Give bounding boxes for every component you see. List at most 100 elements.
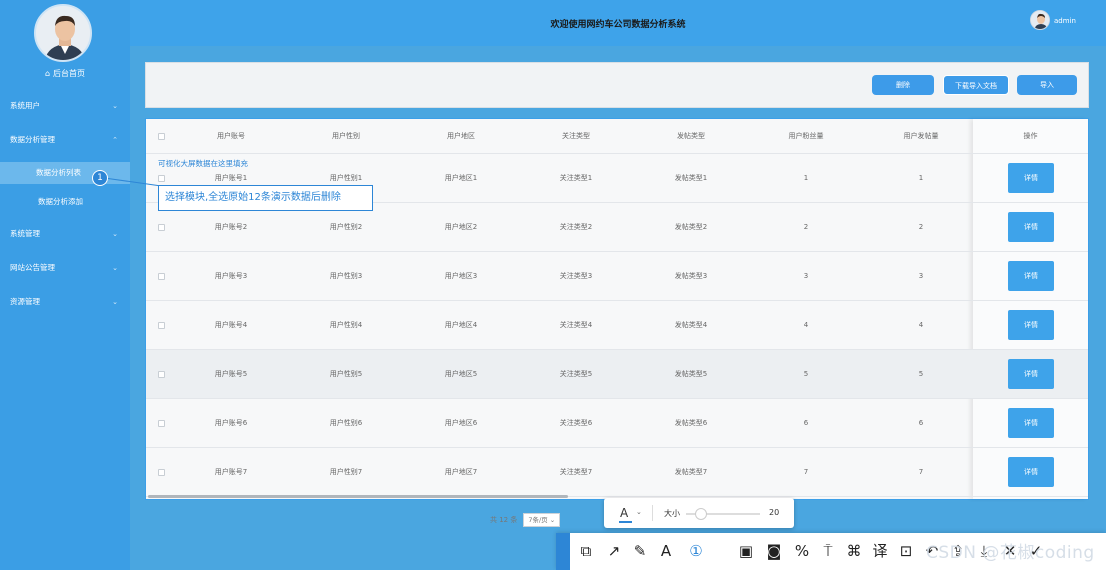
- sidebar: ⌂ 后台首页 系统用户 ⌄ 数据分析管理 ⌃ 数据分析列表 数据分析添加 系统管理…: [0, 0, 130, 570]
- table-row[interactable]: 用户账号4 用户性别4 用户地区4 关注类型4 发帖类型4 4 4 详情: [146, 301, 1088, 350]
- page-size-select[interactable]: 7条/页 ⌄: [523, 513, 561, 527]
- chevron-down-icon: ⌄: [112, 298, 118, 306]
- detail-button[interactable]: 详情: [1008, 212, 1054, 242]
- detail-button[interactable]: 详情: [1008, 261, 1054, 291]
- table-cell: 关注类型6: [559, 419, 593, 427]
- table-cell: 6: [803, 419, 809, 427]
- user-avatar[interactable]: [1030, 10, 1050, 30]
- font-size-slider-thumb[interactable]: [694, 508, 707, 520]
- table-row[interactable]: 用户账号7 用户性别7 用户地区7 关注类型7 发帖类型7 7 7 详情: [146, 448, 1088, 497]
- table-cell: 用户地区1: [444, 174, 478, 182]
- table-cell: 3: [803, 272, 809, 280]
- pagination: 共 12 条 7条/页 ⌄: [490, 513, 561, 527]
- row-checkbox[interactable]: [158, 273, 165, 280]
- table-cell: 用户地区6: [444, 419, 478, 427]
- sidebar-item-data-analysis[interactable]: 数据分析管理 ⌃: [0, 130, 130, 150]
- table-cell: 关注类型7: [559, 468, 593, 476]
- column-header: 用户性别: [332, 132, 360, 140]
- page-size-value: 7条/页: [528, 516, 548, 524]
- table-cell: 发帖类型4: [674, 321, 708, 329]
- blur-icon[interactable]: ◙: [764, 541, 784, 561]
- step-number-badge: 1: [92, 170, 108, 186]
- shape-select-icon[interactable]: ⧉: [576, 541, 596, 561]
- home-icon: ⌂: [44, 69, 51, 78]
- font-color-indicator: [619, 521, 632, 523]
- translate-icon[interactable]: 译: [870, 541, 890, 561]
- detail-button[interactable]: 详情: [1008, 310, 1054, 340]
- table-cell: 用户账号4: [214, 321, 248, 329]
- user-name[interactable]: admin: [1054, 17, 1076, 25]
- table-cell: 1: [803, 174, 809, 182]
- table-cell: 发帖类型6: [674, 419, 708, 427]
- sidebar-subitem-data-list[interactable]: 数据分析列表: [0, 162, 130, 184]
- sidebar-item-system-users[interactable]: 系统用户 ⌄: [0, 96, 130, 116]
- arrow-icon[interactable]: ↗: [604, 541, 624, 561]
- row-checkbox[interactable]: [158, 175, 165, 182]
- font-size-value: 20: [769, 508, 780, 517]
- row-checkbox[interactable]: [158, 224, 165, 231]
- table-cell: 发帖类型5: [674, 370, 708, 378]
- table-row[interactable]: 用户账号6 用户性别6 用户地区6 关注类型6 发帖类型6 6 6 详情: [146, 399, 1088, 448]
- row-checkbox[interactable]: [158, 371, 165, 378]
- detail-button[interactable]: 详情: [1008, 408, 1054, 438]
- link-icon[interactable]: ⌘: [844, 541, 864, 561]
- ocr-icon[interactable]: ⊡: [896, 541, 916, 561]
- row-checkbox[interactable]: [158, 420, 165, 427]
- column-header: 用户粉丝量: [788, 132, 824, 140]
- sidebar-item-announcements[interactable]: 网站公告管理 ⌄: [0, 258, 130, 278]
- table-cell: 5: [918, 370, 924, 378]
- fill-note-annotation: 可视化大屏数据在这里填充: [158, 159, 248, 168]
- number-marker-icon[interactable]: ①: [686, 541, 706, 561]
- callout-annotation: 选择模块,全选原始12条演示数据后删除: [158, 185, 373, 211]
- pen-icon[interactable]: ✎: [630, 541, 650, 561]
- table-cell: 3: [918, 272, 924, 280]
- select-all-checkbox[interactable]: [158, 133, 165, 140]
- row-checkbox[interactable]: [158, 322, 165, 329]
- sidebar-item-label: 数据分析管理: [10, 135, 55, 144]
- sidebar-subitem-data-add[interactable]: 数据分析添加: [0, 191, 130, 213]
- table-cell: 用户地区7: [444, 468, 478, 476]
- table-cell: 1: [918, 174, 924, 182]
- avatar[interactable]: [34, 4, 92, 62]
- sidebar-home[interactable]: ⌂ 后台首页: [0, 68, 130, 79]
- chevron-down-icon[interactable]: ⌄: [636, 508, 642, 516]
- import-button[interactable]: 导入: [1017, 75, 1077, 95]
- table-cell: 用户性别6: [329, 419, 363, 427]
- table-cell: 用户性别3: [329, 272, 363, 280]
- table-row[interactable]: 用户账号5 用户性别5 用户地区5 关注类型5 发帖类型5 5 5 详情: [146, 350, 1088, 399]
- sidebar-home-label: 后台首页: [53, 69, 86, 78]
- text-icon[interactable]: A: [656, 541, 676, 561]
- download-template-button[interactable]: 下载导入文档: [943, 75, 1009, 95]
- percent-icon[interactable]: %: [792, 541, 812, 561]
- detail-button[interactable]: 详情: [1008, 163, 1054, 193]
- table-cell: 用户性别5: [329, 370, 363, 378]
- data-table: 用户账号 用户性别 用户地区 关注类型 发帖类型 用户粉丝量 用户发帖量 操作 用户账号 1 用户性…: [145, 118, 1089, 500]
- chevron-down-icon: ⌄: [549, 516, 556, 524]
- toolbar-handle[interactable]: [556, 533, 570, 570]
- column-header: 用户账号: [217, 132, 245, 140]
- table-cell: 2: [918, 223, 924, 231]
- detail-button[interactable]: 详情: [1008, 359, 1054, 389]
- chevron-down-icon: ⌄: [112, 102, 118, 110]
- table-cell: 用户账号7: [214, 468, 248, 476]
- detail-button[interactable]: 详情: [1008, 457, 1054, 487]
- table-cell: 7: [803, 468, 809, 476]
- sidebar-item-label: 网站公告管理: [10, 263, 55, 272]
- row-checkbox[interactable]: [158, 469, 165, 476]
- table-cell: 关注类型4: [559, 321, 593, 329]
- table-cell: 用户地区2: [444, 223, 478, 231]
- column-header: 发帖类型: [677, 132, 705, 140]
- delete-button[interactable]: 删除: [872, 75, 934, 95]
- sidebar-item-resources[interactable]: 资源管理 ⌄: [0, 292, 130, 312]
- sidebar-item-system-management[interactable]: 系统管理 ⌄: [0, 224, 130, 244]
- table-cell: 用户账号6: [214, 419, 248, 427]
- mosaic-icon[interactable]: ▣: [736, 541, 756, 561]
- sidebar-item-label: 系统管理: [10, 229, 40, 238]
- table-cell: 5: [803, 370, 809, 378]
- font-size-label: 大小: [664, 509, 680, 518]
- column-header: 用户发帖量: [903, 132, 939, 140]
- font-color-icon[interactable]: A: [620, 506, 628, 520]
- table-row[interactable]: 用户账号3 用户性别3 用户地区3 关注类型3 发帖类型3 3 3 详情: [146, 252, 1088, 301]
- pin-icon[interactable]: ⍑: [818, 541, 838, 561]
- horizontal-scrollbar[interactable]: [148, 495, 568, 498]
